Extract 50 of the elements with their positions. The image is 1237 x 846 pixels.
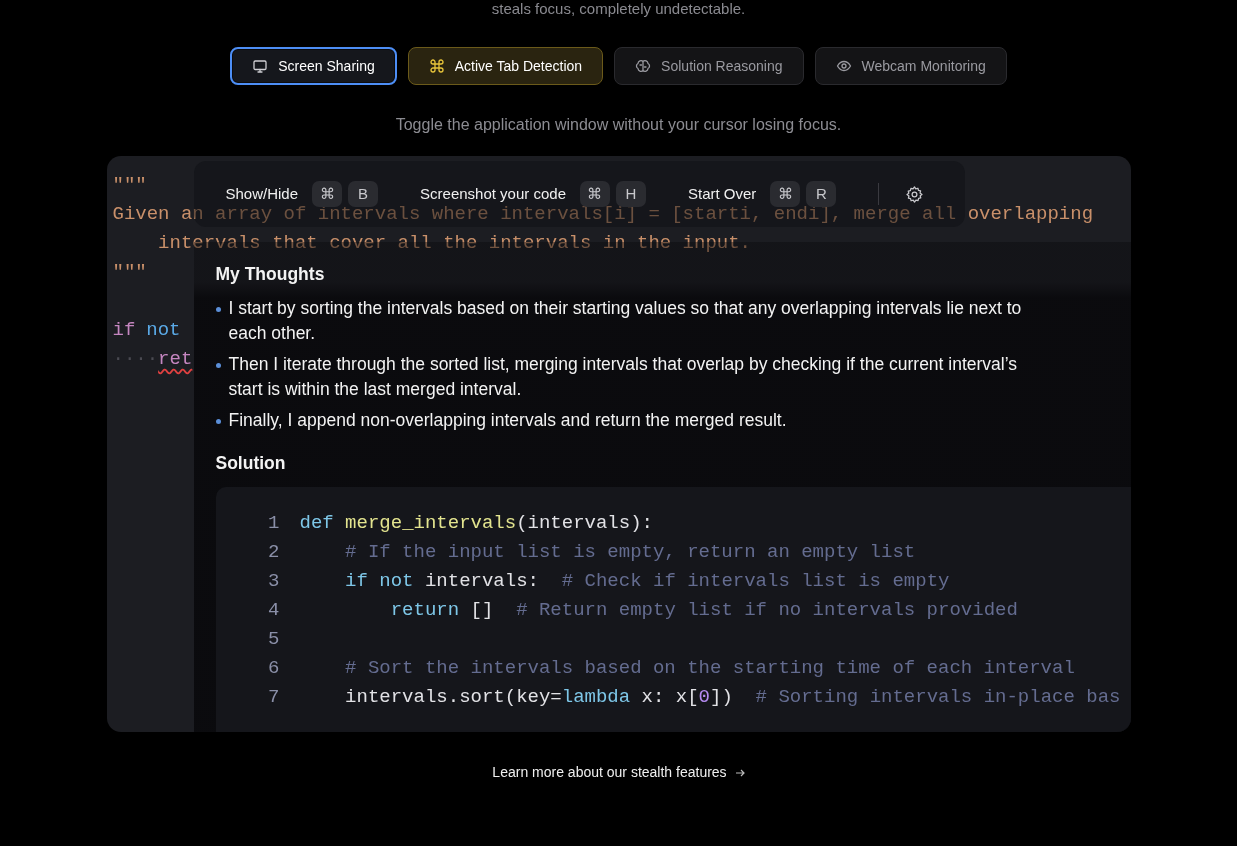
code-line: intervals that cover all the intervals in the input.	[157, 232, 751, 254]
line-number: 7	[267, 685, 280, 710]
code-line: return [] # Return empty list if no intervals provided	[389, 598, 1018, 623]
command-icon	[428, 58, 445, 74]
arrow-right-icon	[734, 767, 745, 778]
code-line: """	[112, 261, 147, 283]
line-number: 5	[267, 627, 280, 652]
key-cap: ⌘	[312, 181, 343, 207]
thought-text: Then I iterate through the sorted list, merging intervals that overlap by checking if the current interval’s start is within the last merged interval.	[228, 353, 1019, 401]
key-cap: R	[806, 181, 837, 207]
line-number: 1	[267, 511, 280, 536]
line-number: 6	[267, 656, 280, 681]
code-line: def merge_intervals(intervals):	[299, 511, 653, 536]
code-token: if	[112, 319, 136, 341]
key-cap: ⌘	[579, 181, 610, 207]
section-heading: Solution	[215, 452, 287, 475]
bullet-dot	[215, 363, 221, 368]
code-token: not	[146, 319, 181, 341]
thought-text: I start by sorting the intervals based on their starting values so that any overlapping intervals lie next to each other.	[228, 297, 1023, 345]
code-line: # If the input list is empty, return an empty list	[344, 540, 916, 565]
key-cap: B	[348, 181, 379, 207]
thought-text: Finally, I append non-overlapping intervals and return the merged result.	[228, 409, 787, 432]
feature-tab[interactable]: Screen Sharing	[230, 47, 397, 85]
line-number: 3	[267, 569, 280, 594]
bullet-dot	[215, 419, 221, 424]
shortcut-label: Show/Hide	[225, 183, 299, 204]
line-number: 4	[267, 598, 280, 623]
learn-more-link[interactable]: Learn more about our stealth features	[492, 762, 745, 783]
code-line: """	[112, 174, 147, 196]
settings-icon[interactable]	[905, 184, 925, 204]
key-cap: H	[615, 181, 646, 207]
feature-tab[interactable]: Webcam Monitoring	[814, 47, 1007, 85]
intro-text: steals focus, completely undetectable.	[490, 0, 747, 18]
monitor-icon	[252, 58, 269, 74]
code-token: ret	[158, 348, 193, 370]
brain-icon	[635, 58, 652, 74]
code-token: ····	[112, 348, 159, 370]
shortcut-label: Start Over	[687, 183, 757, 204]
key-cap: ⌘	[770, 181, 801, 207]
code-line: intervals.sort(key=lambda x: x[0]) # Sorting intervals in-place bas	[344, 685, 1121, 710]
section-heading: My Thoughts	[215, 263, 326, 286]
code-line: if not intervals: # Check if intervals list is empty	[344, 569, 950, 594]
code-line: # Sort the intervals based on the starting time of each interval	[344, 656, 1075, 681]
line-number: 2	[267, 540, 280, 565]
eye-icon	[835, 58, 852, 74]
shortcut-label: Screenshot your code	[420, 183, 566, 204]
feature-tab[interactable]: Active Tab Detection	[407, 47, 604, 85]
bullet-dot	[215, 307, 221, 312]
caption-text: Toggle the application window without your cursor losing focus.	[394, 115, 843, 135]
feature-tab[interactable]: Solution Reasoning	[614, 47, 804, 85]
